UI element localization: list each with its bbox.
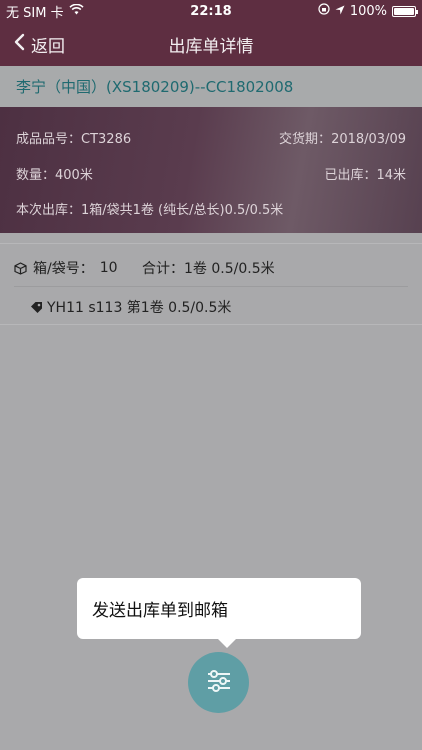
info-row-product: 成品品号：CT3286 交货期：2018/03/09 xyxy=(16,128,406,147)
info-row-current-out: 本次出库：1箱/袋共1卷 (纯长/总长)0.5/0.5米 xyxy=(16,199,406,218)
status-bar: 无 SIM 卡 22:18 100% xyxy=(0,0,422,22)
delivery-date: 交货期：2018/03/09 xyxy=(279,128,406,147)
box-number-value: 10 xyxy=(99,260,118,276)
roll-item: YH11 s113 第1卷 0.5/0.5米 xyxy=(30,297,231,317)
location-icon xyxy=(335,4,345,19)
info-row-quantity: 数量：400米 已出库：14米 xyxy=(16,164,406,183)
tag-icon xyxy=(30,301,43,314)
product-label: 成品品号： xyxy=(16,132,82,147)
status-left: 无 SIM 卡 xyxy=(6,2,84,21)
battery-icon xyxy=(392,5,418,17)
quantity-value: 400米 xyxy=(55,168,93,183)
current-out-text: 本次出库：1箱/袋共1卷 (纯长/总长)0.5/0.5米 xyxy=(16,203,284,218)
cube-icon xyxy=(14,261,27,275)
shipped-quantity: 已出库：14米 xyxy=(324,164,406,183)
delivery-label: 交货期： xyxy=(279,132,332,147)
roll-text: YH11 s113 第1卷 0.5/0.5米 xyxy=(47,300,232,316)
sliders-icon xyxy=(206,669,232,697)
box-label: 箱/袋号： xyxy=(33,261,94,277)
battery-percent: 100% xyxy=(349,3,387,19)
box-total: 合计：1卷 0.5/0.5米 xyxy=(142,261,275,277)
navigation-bar: 返回 出库单详情 xyxy=(0,22,422,66)
shipped-label: 已出库： xyxy=(324,168,377,183)
quantity-label: 数量： xyxy=(16,168,56,183)
product-value: CT3286 xyxy=(81,132,132,147)
action-menu-button[interactable] xyxy=(188,652,249,713)
shipped-value: 14米 xyxy=(376,168,406,183)
status-right: 100% xyxy=(318,3,418,19)
carrier-label: 无 SIM 卡 xyxy=(6,5,64,21)
back-button[interactable]: 返回 xyxy=(14,22,65,66)
rotation-lock-icon xyxy=(318,3,330,19)
send-to-email-menu-item[interactable]: 发送出库单到邮箱 xyxy=(77,578,361,648)
wifi-icon xyxy=(69,3,84,19)
chevron-left-icon xyxy=(14,33,25,56)
back-label: 返回 xyxy=(31,36,65,57)
delivery-value: 2018/03/09 xyxy=(331,132,406,147)
divider xyxy=(14,286,408,287)
order-customer-line: 李宁（中国）(XS180209)--CC1802008 xyxy=(0,66,422,107)
product-number: 成品品号：CT3286 xyxy=(16,128,131,147)
quantity: 数量：400米 xyxy=(16,164,93,183)
box-card[interactable]: 箱/袋号： 10 合计：1卷 0.5/0.5米 YH11 s113 第1卷 0.… xyxy=(0,243,422,325)
order-info-panel: 成品品号：CT3286 交货期：2018/03/09 数量：400米 已出库：1… xyxy=(0,107,422,233)
send-to-email-label: 发送出库单到邮箱 xyxy=(92,601,228,621)
box-number: 箱/袋号： 10 xyxy=(14,258,118,278)
